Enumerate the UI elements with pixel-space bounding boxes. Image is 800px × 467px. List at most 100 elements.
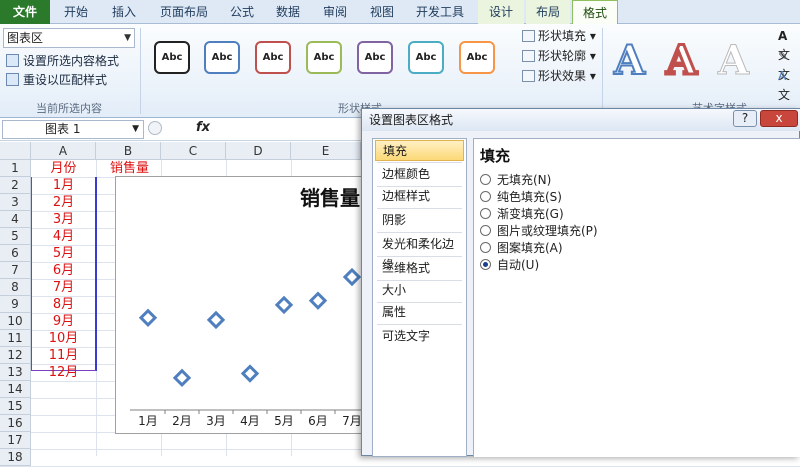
row-header-6[interactable]: 6 <box>0 245 31 262</box>
help-button[interactable]: ? <box>733 110 757 127</box>
cell-month[interactable]: 1月 <box>31 177 96 194</box>
nav-item[interactable]: 大小 <box>375 280 464 301</box>
tab-format[interactable]: 格式 <box>572 0 618 25</box>
radio-button-icon[interactable] <box>480 259 491 270</box>
shape-style-4[interactable]: Abc <box>306 41 342 74</box>
tab-review[interactable]: 审阅 <box>314 0 356 24</box>
row-header-13[interactable]: 13 <box>0 364 31 381</box>
fill-option[interactable]: 自动(U) <box>480 257 539 273</box>
radio-button-icon[interactable] <box>480 174 491 185</box>
row-header-2[interactable]: 2 <box>0 177 31 194</box>
cell-a1[interactable]: 月份 <box>31 160 96 177</box>
wordart-style-3[interactable]: A <box>717 37 749 84</box>
nav-item[interactable]: 可选文字 <box>375 326 464 347</box>
text-fill-button[interactable]: A 文 <box>778 27 800 62</box>
cell-b1[interactable]: 销售量 <box>96 160 161 177</box>
chart-title[interactable]: 销售量 <box>300 186 360 210</box>
cell-month[interactable]: 11月 <box>31 347 96 364</box>
cancel-edit-icon[interactable] <box>148 121 162 135</box>
shape-style-1[interactable]: Abc <box>154 41 190 74</box>
cell-month[interactable]: 3月 <box>31 211 96 228</box>
nav-item[interactable]: 阴影 <box>375 210 464 231</box>
column-header-a[interactable]: A <box>31 142 96 160</box>
chart-area[interactable]: 销售量 1月 2月 3月 4月 5月 6月 7月 <box>115 176 370 434</box>
tab-layout[interactable]: 布局 <box>526 0 570 24</box>
cell-month[interactable]: 12月 <box>31 364 96 381</box>
data-point[interactable] <box>240 364 260 383</box>
chart-element-selector[interactable]: 图表区 ▼ <box>3 28 135 48</box>
insert-function-button[interactable]: fx <box>196 120 210 135</box>
cell-month[interactable]: 2月 <box>31 194 96 211</box>
fill-option[interactable]: 纯色填充(S) <box>480 189 562 205</box>
tab-view[interactable]: 视图 <box>362 0 402 24</box>
row-header-15[interactable]: 15 <box>0 398 31 415</box>
tab-insert[interactable]: 插入 <box>102 0 146 24</box>
nav-item[interactable]: 边框颜色 <box>375 164 464 185</box>
nav-item[interactable]: 边框样式 <box>375 186 464 207</box>
row-header-8[interactable]: 8 <box>0 279 31 296</box>
cell-month[interactable]: 9月 <box>31 313 96 330</box>
tab-formulas[interactable]: 公式 <box>222 0 262 24</box>
cell-month[interactable]: 6月 <box>31 262 96 279</box>
wordart-style-1[interactable]: A <box>613 37 646 85</box>
close-button[interactable]: x <box>760 110 798 127</box>
tab-home[interactable]: 开始 <box>54 0 98 24</box>
fill-option[interactable]: 无填充(N) <box>480 172 551 188</box>
cell-month[interactable]: 7月 <box>31 279 96 296</box>
wordart-style-2[interactable]: A <box>664 36 698 85</box>
column-header-b[interactable]: B <box>96 142 161 160</box>
shape-fill-button[interactable]: 形状填充 ▾ <box>522 27 596 46</box>
radio-button-icon[interactable] <box>480 208 491 219</box>
row-header-14[interactable]: 14 <box>0 381 31 398</box>
row-header-4[interactable]: 4 <box>0 211 31 228</box>
row-header-17[interactable]: 17 <box>0 432 31 449</box>
select-all-corner[interactable] <box>0 142 31 160</box>
row-header-10[interactable]: 10 <box>0 313 31 330</box>
reset-style-button[interactable]: 重设以匹配样式 <box>6 71 107 89</box>
row-header-5[interactable]: 5 <box>0 228 31 245</box>
row-header-18[interactable]: 18 <box>0 449 31 466</box>
row-header-11[interactable]: 11 <box>0 330 31 347</box>
tab-developer[interactable]: 开发工具 <box>408 0 472 24</box>
row-header-3[interactable]: 3 <box>0 194 31 211</box>
shape-style-2[interactable]: Abc <box>204 41 240 74</box>
shape-style-6[interactable]: Abc <box>408 41 444 74</box>
shape-style-3[interactable]: Abc <box>255 41 291 74</box>
cell-month[interactable]: 5月 <box>31 245 96 262</box>
shape-style-5[interactable]: Abc <box>357 41 393 74</box>
shape-outline-button[interactable]: 形状轮廓 ▾ <box>522 47 596 66</box>
row-header-16[interactable]: 16 <box>0 415 31 432</box>
row-header-1[interactable]: 1 <box>0 160 31 177</box>
nav-item[interactable]: 发光和柔化边缘 <box>375 234 464 272</box>
data-point[interactable] <box>172 368 192 388</box>
cell-month[interactable]: 4月 <box>31 228 96 245</box>
format-selection-button[interactable]: 设置所选内容格式 <box>6 52 119 70</box>
radio-button-icon[interactable] <box>480 225 491 236</box>
fill-option[interactable]: 图案填充(A) <box>480 240 563 256</box>
tab-design[interactable]: 设计 <box>478 0 524 24</box>
text-outline-button[interactable]: ✎ 文 <box>778 47 800 82</box>
tab-file[interactable]: 文件 <box>0 0 50 24</box>
row-header-7[interactable]: 7 <box>0 262 31 279</box>
row-header-12[interactable]: 12 <box>0 347 31 364</box>
name-box[interactable]: 图表 1 ▼ <box>2 120 144 139</box>
radio-button-icon[interactable] <box>480 191 491 202</box>
column-header-d[interactable]: D <box>226 142 291 160</box>
text-effects-button[interactable]: A 文 <box>778 67 800 102</box>
fill-option[interactable]: 图片或纹理填充(P) <box>480 223 598 239</box>
data-point[interactable] <box>274 295 294 315</box>
nav-item[interactable]: 三维格式 <box>375 258 464 279</box>
column-header-c[interactable]: C <box>161 142 226 160</box>
data-point[interactable] <box>342 267 362 287</box>
shape-style-7[interactable]: Abc <box>459 41 495 74</box>
nav-item[interactable]: 属性 <box>375 302 464 323</box>
nav-item[interactable]: 填充 <box>375 140 464 161</box>
tab-page-layout[interactable]: 页面布局 <box>152 0 216 24</box>
cell-month[interactable]: 8月 <box>31 296 96 313</box>
shape-effects-button[interactable]: 形状效果 ▾ <box>522 67 596 86</box>
data-point[interactable] <box>138 308 158 327</box>
fill-option[interactable]: 渐变填充(G) <box>480 206 564 222</box>
data-point[interactable] <box>308 291 328 310</box>
cell-month[interactable]: 10月 <box>31 330 96 347</box>
column-header-e[interactable]: E <box>291 142 361 160</box>
